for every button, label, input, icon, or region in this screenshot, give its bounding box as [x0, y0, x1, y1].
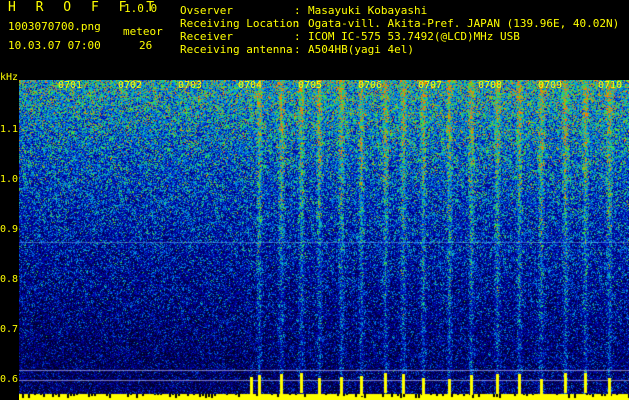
waterfall-spectrogram [19, 80, 629, 400]
info-sep: : [294, 17, 301, 30]
info-sep: : [294, 43, 301, 56]
time-tick-label: 0709 [538, 80, 563, 91]
frequency-unit-label: kHz [0, 72, 19, 83]
info-value: Masayuki Kobayashi [308, 4, 428, 17]
y-tick-label: 1.1 [0, 124, 19, 135]
y-tick-label: 0.7 [0, 324, 19, 335]
info-sep: : [294, 30, 301, 43]
info-value: Ogata-vill. Akita-Pref. JAPAN (139.96E, … [308, 17, 620, 30]
info-key: Ovserver [180, 4, 233, 17]
y-tick-label: 0.8 [0, 274, 19, 285]
time-tick-label: 0701 [58, 80, 83, 91]
app-version: 1.0.0 [124, 2, 158, 15]
time-tick-label: 0708 [478, 80, 503, 91]
meteor-label: meteor [123, 25, 163, 38]
info-value: A504HB(yagi 4el) [308, 43, 414, 56]
info-row-observer: Ovserver: Masayuki Kobayashi [180, 4, 619, 17]
station-info: Ovserver: Masayuki Kobayashi Receiving Lo… [180, 4, 619, 56]
time-tick-label: 0703 [178, 80, 203, 91]
y-tick-label: 1.0 [0, 174, 19, 185]
time-tick-label: 0704 [238, 80, 263, 91]
info-row-antenna: Receiving antenna: A504HB(yagi 4el) [180, 43, 619, 56]
info-value: ICOM IC-575 53.7492(@LCD)MHz USB [308, 30, 520, 43]
y-tick-label: 0.6 [0, 374, 19, 385]
info-key: Receiver [180, 30, 233, 43]
datetime-label: 10.03.07 07:00 [8, 39, 101, 52]
info-sep: : [294, 4, 301, 17]
info-row-receiver: Receiver: ICOM IC-575 53.7492(@LCD)MHz US… [180, 30, 619, 43]
info-key: Receiving antenna [180, 43, 293, 56]
time-tick-label: 0710 [598, 80, 623, 91]
meteor-count: 26 [139, 39, 153, 52]
y-tick-label: 0.9 [0, 224, 19, 235]
time-tick-label: 0706 [358, 80, 383, 91]
file-name: 1003070700.png [8, 20, 101, 33]
time-tick-label: 0702 [118, 80, 143, 91]
time-tick-label: 0705 [298, 80, 323, 91]
info-key: Receiving Location [180, 17, 300, 30]
info-row-location: Receiving Location: Ogata-vill. Akita-Pre… [180, 17, 619, 30]
time-tick-label: 0707 [418, 80, 443, 91]
